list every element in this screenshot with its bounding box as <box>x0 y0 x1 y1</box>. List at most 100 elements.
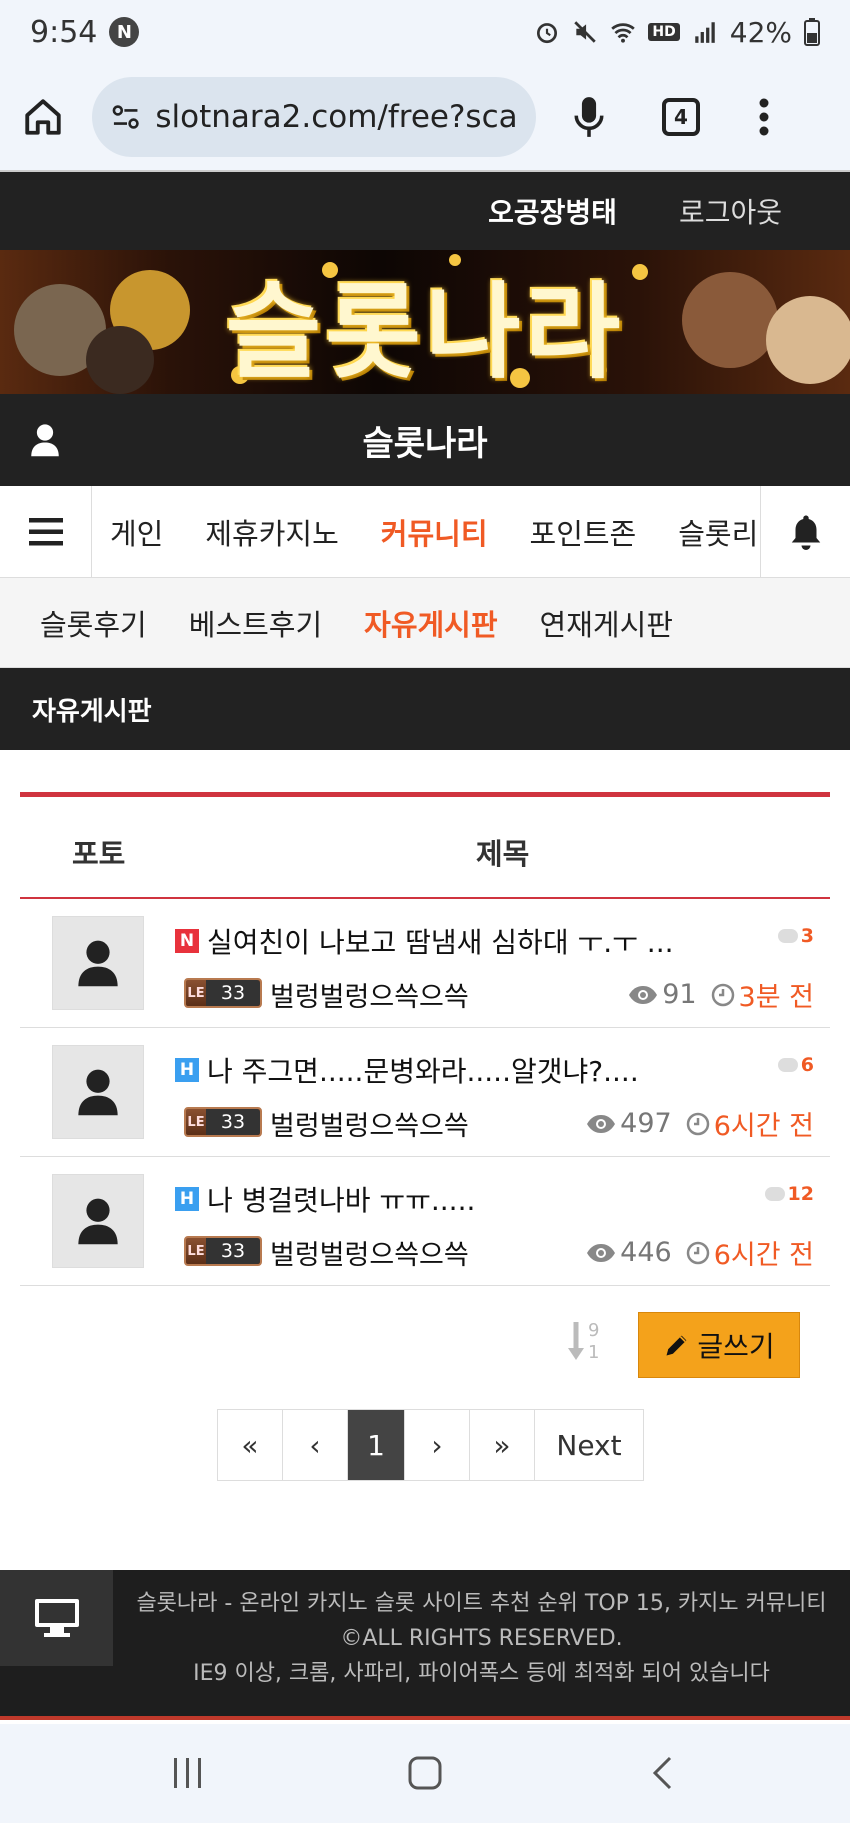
post-row[interactable]: H 나 주그면.....문병와라.....알갯냐?.... 6 LE 33 벌렁벌… <box>20 1028 830 1157</box>
logout-link[interactable]: 로그아웃 <box>679 191 782 231</box>
bell-icon <box>791 515 820 550</box>
more-options-icon[interactable] <box>758 97 770 137</box>
footer: 슬롯나라 - 온라인 카지노 슬롯 사이트 추천 순위 TOP 15, 카지노 … <box>0 1570 850 1720</box>
site-settings-icon[interactable] <box>110 101 141 133</box>
footer-copyright: ©ALL RIGHTS RESERVED. <box>340 1626 623 1651</box>
status-bar: 9:54 N HD 42% <box>0 0 850 64</box>
address-bar[interactable]: slotnara2.com/free?sca= <box>92 77 536 157</box>
eye-icon <box>587 1243 616 1262</box>
username-link[interactable]: 오공장병태 <box>488 191 617 231</box>
level-badge: LE 33 <box>184 1236 262 1266</box>
post-title-link[interactable]: H 나 주그면.....문병와라.....알갯냐?.... <box>175 1050 639 1090</box>
prev-page-button[interactable]: ‹ <box>283 1410 348 1480</box>
clock-icon <box>686 1112 709 1135</box>
next-button[interactable]: Next <box>535 1410 643 1480</box>
microphone-icon[interactable] <box>572 94 606 140</box>
hd-voice-icon: HD <box>648 23 680 41</box>
site-title[interactable]: 슬롯나라 <box>0 416 850 465</box>
battery-percent: 42% <box>729 15 792 49</box>
nav-item-slot[interactable]: 슬롯리 <box>678 511 758 553</box>
status-icons: HD 42% <box>534 16 820 49</box>
alarm-icon <box>537 23 558 44</box>
desktop-icon <box>34 1599 79 1637</box>
first-page-button[interactable]: « <box>218 1410 283 1480</box>
sub-nav-free-board[interactable]: 자유게시판 <box>364 602 497 644</box>
tab-switcher-button[interactable]: 4 <box>662 98 700 136</box>
post-author[interactable]: 벌렁벌렁으쓱으쓱 <box>270 1104 469 1143</box>
post-time: 6시간 전 <box>713 1111 814 1142</box>
banner-title: 슬롯나라 <box>225 270 625 393</box>
post-time: 3분 전 <box>738 982 814 1013</box>
comment-count: 6 <box>777 1054 814 1076</box>
comment-count-value: 3 <box>800 925 814 947</box>
site-banner[interactable]: 슬롯나라 <box>0 250 850 394</box>
pagination: « ‹ 1 › » Next <box>217 1409 644 1481</box>
sub-nav-best-review[interactable]: 베스트후기 <box>189 602 322 644</box>
level-number: 33 <box>206 1238 260 1264</box>
sort-top-digit: 9 <box>588 1320 599 1341</box>
post-author[interactable]: 벌렁벌렁으쓱으쓱 <box>270 1233 469 1272</box>
post-title-link[interactable]: N 실여친이 나보고 땀냄새 심하대 ㅜ.ㅜ ... <box>175 921 674 961</box>
post-meta: 446 6시간 전 <box>586 1233 814 1272</box>
user-topbar: 오공장병태 로그아웃 <box>0 170 850 250</box>
sort-button[interactable]: 9 1 <box>566 1318 606 1368</box>
nav-item-game[interactable]: 게인 <box>110 511 163 553</box>
battery-icon <box>804 18 820 46</box>
notifications-button[interactable] <box>760 485 850 578</box>
post-title-link[interactable]: H 나 병걸렷나바 ㅠㅠ..... <box>175 1179 475 1219</box>
sort-bottom-digit: 1 <box>588 1342 599 1363</box>
pencil-icon <box>666 1335 687 1356</box>
avatar[interactable] <box>52 916 144 1010</box>
url-text[interactable]: slotnara2.com/free?sca= <box>155 99 518 135</box>
avatar[interactable] <box>52 1174 144 1268</box>
back-icon[interactable] <box>650 1756 674 1790</box>
post-title[interactable]: 나 주그면.....문병와라.....알갯냐?.... <box>207 1050 639 1090</box>
nav-item-partner-casino[interactable]: 제휴카지노 <box>205 511 338 553</box>
comment-count-value: 12 <box>787 1183 814 1205</box>
mute-icon <box>574 21 597 43</box>
system-navigation-bar <box>0 1724 850 1823</box>
write-button[interactable]: 글쓰기 <box>638 1312 800 1378</box>
sort-numeric-icon: 9 1 <box>568 1320 599 1363</box>
current-page[interactable]: 1 <box>348 1410 405 1480</box>
home-icon[interactable] <box>22 96 64 138</box>
menu-button[interactable] <box>0 485 92 578</box>
main-nav-items: 게인 제휴카지노 커뮤니티 포인트존 슬롯리 <box>92 486 760 578</box>
post-list: 포토 제목 N 실여친이 나보고 땀냄새 심하대 ㅜ.ㅜ ... 3 LE 33 … <box>20 792 830 1286</box>
user-icon[interactable] <box>30 422 60 458</box>
main-navigation: 게인 제휴카지노 커뮤니티 포인트존 슬롯리 <box>0 485 850 578</box>
last-page-button[interactable]: » <box>470 1410 535 1480</box>
comment-icon <box>777 929 798 943</box>
sub-nav-slot-review[interactable]: 슬롯후기 <box>40 602 147 644</box>
level-tag: LE <box>187 1243 205 1259</box>
column-photo: 포토 <box>72 837 126 871</box>
level-tag: LE <box>187 985 205 1001</box>
nav-item-point-zone[interactable]: 포인트존 <box>530 511 637 553</box>
view-count: 91 <box>662 979 697 1010</box>
next-page-arrow[interactable]: › <box>405 1410 470 1480</box>
post-title[interactable]: 나 병걸렷나바 ㅠㅠ..... <box>207 1179 475 1219</box>
level-badge: LE 33 <box>184 1107 262 1137</box>
nav-item-community[interactable]: 커뮤니티 <box>381 511 488 553</box>
sub-navigation: 슬롯후기 베스트후기 자유게시판 연재게시판 <box>0 578 850 668</box>
desktop-view-button[interactable] <box>0 1570 113 1666</box>
post-author[interactable]: 벌렁벌렁으쓱으쓱 <box>270 975 469 1014</box>
user-silhouette-icon <box>78 1069 118 1116</box>
eye-icon <box>587 1114 616 1133</box>
post-row[interactable]: H 나 병걸렷나바 ㅠㅠ..... 12 LE 33 벌렁벌렁으쓱으쓱 446 6… <box>20 1157 830 1286</box>
status-time: 9:54 <box>30 14 98 50</box>
avatar[interactable] <box>52 1045 144 1139</box>
view-count: 446 <box>620 1237 672 1268</box>
board-title: 자유게시판 <box>0 668 850 750</box>
home-button-icon[interactable] <box>408 1756 442 1790</box>
footer-line-1: 슬롯나라 - 온라인 카지노 슬롯 사이트 추천 순위 TOP 15, 카지노 … <box>136 1591 827 1616</box>
post-meta: 497 6시간 전 <box>586 1104 814 1143</box>
post-row[interactable]: N 실여친이 나보고 땀냄새 심하대 ㅜ.ㅜ ... 3 LE 33 벌렁벌렁으쓱… <box>20 899 830 1028</box>
footer-line-3: IE9 이상, 크롬, 사파리, 파이어폭스 등에 최적화 되어 있습니다 <box>193 1661 770 1686</box>
sub-nav-serial-board[interactable]: 연재게시판 <box>540 602 673 644</box>
post-title[interactable]: 실여친이 나보고 땀냄새 심하대 ㅜ.ㅜ ... <box>207 921 674 961</box>
level-number: 33 <box>206 980 260 1006</box>
post-meta: 91 3분 전 <box>628 975 814 1014</box>
recent-apps-icon[interactable] <box>172 1756 204 1790</box>
write-label: 글쓰기 <box>697 1330 775 1363</box>
